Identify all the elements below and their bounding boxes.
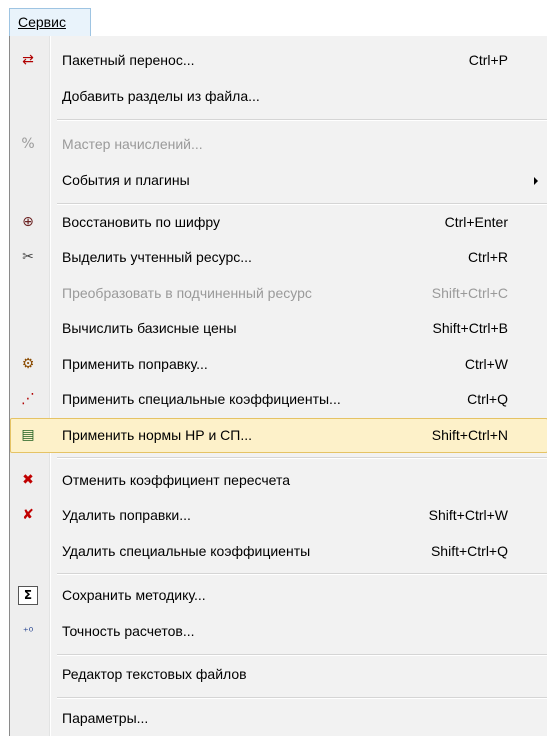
menu-item-label: Восстановить по шифру	[62, 214, 220, 230]
menu-item-text-editor[interactable]: Редактор текстовых файлов	[10, 657, 547, 692]
menu-item-calc-precision[interactable]: ⁺⁰ Точность расчетов...	[10, 614, 547, 649]
dropdown-menu: ⇄ Пакетный перенос... Ctrl+P Добавить ра…	[9, 36, 547, 736]
delete-corrections-icon: ✘	[22, 507, 34, 523]
menu-item-save-method[interactable]: Σ Сохранить методику...	[10, 578, 547, 613]
menu-item-apply-norms[interactable]: ▤ Применить нормы НР и СП... Shift+Ctrl+…	[10, 418, 547, 453]
menu-item-cancel-recalc-coef[interactable]: ✖ Отменить коэффициент пересчета	[10, 463, 547, 498]
menu-item-shortcut: Ctrl+P	[468, 52, 508, 68]
menu-item-label: Выделить учтенный ресурс...	[62, 249, 252, 265]
menu-item-label: Параметры...	[62, 710, 149, 726]
menu-item-shortcut: Shift+Ctrl+C	[431, 285, 508, 301]
menu-item-label: События и плагины	[62, 172, 190, 188]
binoculars-icon: ⊕	[22, 214, 34, 230]
percent-icon: %	[21, 136, 35, 152]
menu-item-convert-subresource: Преобразовать в подчиненный ресурс Shift…	[10, 276, 547, 311]
tools-icon: ✂	[22, 249, 34, 265]
menu-service[interactable]: Сервис	[9, 8, 91, 36]
menu-item-label: Редактор текстовых файлов	[62, 666, 247, 682]
norms-icon: ▤	[21, 427, 35, 443]
menu-separator	[57, 654, 547, 656]
menu-item-apply-special-coef[interactable]: ⋰ Применить специальные коэффициенты... …	[10, 382, 547, 417]
menu-item-label: Удалить специальные коэффициенты	[62, 543, 311, 559]
menu-item-shortcut: Shift+Ctrl+B	[432, 320, 508, 336]
menu-item-delete-special-coef[interactable]: Удалить специальные коэффициенты Shift+C…	[10, 534, 547, 569]
menu-item-label: Вычислить базисные цены	[62, 320, 237, 336]
sigma-icon: Σ	[18, 586, 38, 605]
submenu-arrow-icon	[534, 177, 538, 185]
menu-item-apply-correction[interactable]: ⚙ Применить поправку... Ctrl+W	[10, 347, 547, 382]
menu-item-label: Применить поправку...	[62, 356, 208, 372]
menu-item-parameters[interactable]: Параметры...	[10, 701, 547, 736]
menu-item-label: Применить нормы НР и СП...	[62, 427, 252, 443]
menu-separator	[57, 457, 547, 459]
menu-item-label: Добавить разделы из файла...	[62, 88, 260, 104]
menu-item-shortcut: Shift+Ctrl+Q	[430, 543, 508, 559]
menu-item-shortcut: Shift+Ctrl+N	[431, 427, 508, 443]
menu-item-calc-base-prices[interactable]: Вычислить базисные цены Shift+Ctrl+B	[10, 311, 547, 346]
menu-item-select-resource[interactable]: ✂ Выделить учтенный ресурс... Ctrl+R	[10, 240, 547, 275]
menu-item-label: Удалить поправки...	[62, 507, 191, 523]
correction-icon: ⚙	[21, 356, 35, 372]
menu-item-label: Пакетный перенос...	[62, 52, 195, 68]
batch-transfer-icon: ⇄	[22, 52, 34, 68]
precision-icon: ⁺⁰	[22, 625, 34, 638]
menu-service-label: Сервис	[18, 14, 66, 30]
menu-item-charges-wizard: % Мастер начислений...	[10, 127, 547, 162]
menu-item-label: Преобразовать в подчиненный ресурс	[62, 285, 312, 301]
cancel-coef-icon: ✖	[22, 472, 34, 488]
menu-item-label: Сохранить методику...	[62, 587, 206, 603]
chart-icon: ⋰	[21, 391, 35, 407]
menu-separator	[57, 697, 547, 699]
menu-item-shortcut: Ctrl+Q	[467, 391, 508, 407]
menu-item-batch-transfer[interactable]: ⇄ Пакетный перенос... Ctrl+P	[10, 43, 547, 78]
menu-item-label: Мастер начислений...	[62, 136, 203, 152]
menu-separator	[57, 573, 547, 575]
menu-item-shortcut: Shift+Ctrl+W	[428, 507, 508, 523]
menu-separator	[57, 119, 547, 121]
menu-item-shortcut: Ctrl+W	[464, 356, 508, 372]
menu-item-shortcut: Ctrl+R	[467, 249, 508, 265]
menu-item-add-sections[interactable]: Добавить разделы из файла...	[10, 79, 547, 114]
menu-item-label: Отменить коэффициент пересчета	[62, 472, 291, 488]
menu-item-delete-corrections[interactable]: ✘ Удалить поправки... Shift+Ctrl+W	[10, 498, 547, 533]
menu-item-label: Точность расчетов...	[62, 623, 195, 639]
menu-item-shortcut: Ctrl+Enter	[444, 214, 508, 230]
menu-item-restore-by-code[interactable]: ⊕ Восстановить по шифру Ctrl+Enter	[10, 205, 547, 240]
menu-item-events-plugins[interactable]: События и плагины	[10, 163, 547, 198]
menu-item-label: Применить специальные коэффициенты...	[62, 391, 341, 407]
